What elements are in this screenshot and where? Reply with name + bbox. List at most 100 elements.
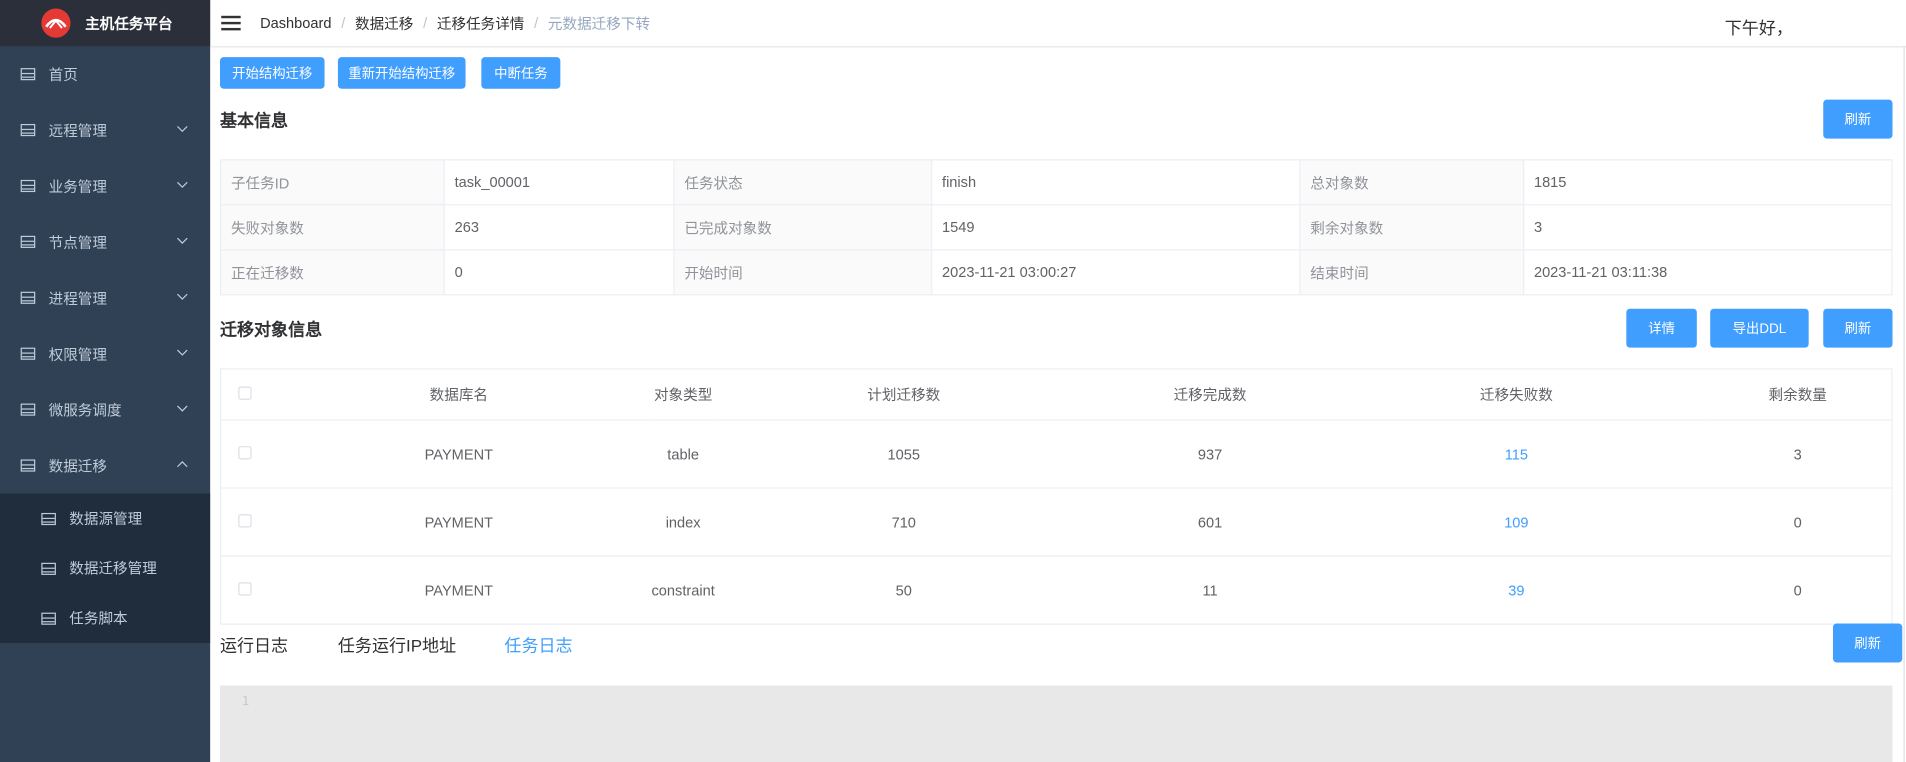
interrupt-task-button[interactable]: 中断任务 bbox=[481, 57, 561, 89]
restart-structure-migration-button[interactable]: 重新开始结构迁移 bbox=[337, 57, 466, 89]
sidebar-item-business[interactable]: 业务管理 bbox=[0, 158, 210, 214]
sidebar-subitem-datasource[interactable]: 数据源管理 bbox=[0, 493, 210, 543]
chevron-down-icon bbox=[177, 293, 188, 300]
menu-table-icon bbox=[41, 512, 56, 525]
column-header[interactable]: 数据库名 bbox=[267, 368, 651, 421]
sidebar-item-label: 首页 bbox=[48, 66, 78, 84]
breadcrumb-item-dashboard[interactable]: Dashboard bbox=[260, 15, 331, 32]
breadcrumb: Dashboard / 数据迁移 / 迁移任务详情 / 元数据迁移下转 bbox=[260, 13, 651, 34]
start-structure-migration-button[interactable]: 开始结构迁移 bbox=[220, 57, 325, 89]
column-header[interactable]: 计划迁移数 bbox=[715, 368, 1092, 421]
column-header[interactable]: 剩余数量 bbox=[1704, 368, 1892, 421]
row-checkbox[interactable] bbox=[237, 445, 252, 459]
sidebar-item-label: 数据迁移 bbox=[48, 457, 107, 475]
menu-table-icon bbox=[20, 179, 36, 193]
menu-table-icon bbox=[20, 459, 36, 472]
navbar: Dashboard / 数据迁移 / 迁移任务详情 / 元数据迁移下转 下午好， bbox=[210, 0, 1906, 48]
tab-task-ip[interactable]: 任务运行IP地址 bbox=[338, 633, 456, 657]
column-header[interactable]: 迁移失败数 bbox=[1328, 368, 1705, 421]
sidebar-subitem-label: 数据迁移管理 bbox=[69, 560, 157, 578]
cell-completed: 937 bbox=[1091, 419, 1329, 489]
table-row: PAYMENT table 1055 937 115 3 bbox=[220, 419, 1892, 489]
chevron-down-icon bbox=[177, 181, 188, 189]
info-value: 3 bbox=[1523, 204, 1893, 251]
submenu-data-migration: 数据源管理 数据迁移管理 任务脚本 bbox=[0, 493, 211, 643]
log-output[interactable]: 1 bbox=[220, 685, 1893, 762]
row-checkbox[interactable] bbox=[237, 581, 252, 595]
chevron-down-icon bbox=[177, 405, 188, 412]
tab-run-log[interactable]: 运行日志 bbox=[220, 633, 288, 657]
info-label: 总对象数 bbox=[1299, 159, 1525, 206]
cell-database: PAYMENT bbox=[267, 488, 651, 557]
cell-failed-link[interactable]: 115 bbox=[1328, 419, 1705, 489]
cell-completed: 601 bbox=[1091, 488, 1329, 557]
cell-failed-link[interactable]: 39 bbox=[1328, 556, 1705, 625]
chevron-down-icon bbox=[177, 349, 188, 356]
cell-object-type: constraint bbox=[650, 556, 716, 625]
chevron-down-icon bbox=[177, 125, 188, 133]
app-root: 主机任务平台 首页 远程管理 业务管理 节点管理 进程管理 权限管理 微服务调度… bbox=[0, 0, 1906, 762]
logo-bar: 主机任务平台 bbox=[0, 0, 211, 47]
sidebar-item-process[interactable]: 进程管理 bbox=[0, 270, 210, 326]
info-row: 子任务ID task_00001 任务状态 finish 总对象数 1815 bbox=[220, 159, 1893, 206]
sidebar-item-permission[interactable]: 权限管理 bbox=[0, 326, 210, 382]
breadcrumb-item-current: 元数据迁移下转 bbox=[547, 15, 651, 33]
row-checkbox[interactable] bbox=[237, 513, 252, 527]
sidebar-item-home[interactable]: 首页 bbox=[0, 46, 210, 102]
table-row: PAYMENT constraint 50 11 39 0 bbox=[220, 556, 1892, 625]
info-label: 结束时间 bbox=[1299, 249, 1525, 296]
cell-object-type: index bbox=[650, 488, 716, 557]
sidebar-item-node[interactable]: 节点管理 bbox=[0, 214, 210, 270]
detail-button[interactable]: 详情 bbox=[1626, 308, 1697, 348]
sidebar-item-microservice[interactable]: 微服务调度 bbox=[0, 382, 210, 438]
sidebar-item-label: 权限管理 bbox=[48, 345, 107, 363]
cell-remaining: 0 bbox=[1704, 488, 1892, 557]
cell-database: PAYMENT bbox=[267, 556, 651, 625]
sidebar-item-label: 微服务调度 bbox=[48, 401, 122, 419]
sidebar-item-label: 业务管理 bbox=[48, 178, 107, 196]
cell-object-type: table bbox=[650, 419, 716, 489]
column-header[interactable]: 对象类型 bbox=[650, 368, 716, 421]
greeting-text: 下午好， bbox=[1724, 18, 1793, 38]
cell-remaining: 0 bbox=[1704, 556, 1892, 625]
info-value: 2023-11-21 03:00:27 bbox=[931, 249, 1301, 296]
info-value: 2023-11-21 03:11:38 bbox=[1523, 249, 1893, 296]
basic-info-title: 基本信息 bbox=[220, 110, 289, 131]
basic-info-refresh-button[interactable]: 刷新 bbox=[1823, 99, 1893, 139]
tab-task-log[interactable]: 任务日志 bbox=[504, 633, 572, 657]
objects-table: 数据库名 对象类型 计划迁移数 迁移完成数 迁移失败数 剩余数量 PAYMENT… bbox=[220, 368, 1893, 625]
sidebar-item-label: 远程管理 bbox=[48, 122, 107, 140]
row-select-cell bbox=[220, 556, 268, 625]
export-ddl-button[interactable]: 导出DDL bbox=[1710, 308, 1809, 348]
app-title: 主机任务平台 bbox=[85, 15, 173, 33]
menu-table-icon bbox=[20, 403, 36, 416]
sidebar-item-label: 进程管理 bbox=[48, 289, 107, 307]
cell-planned: 710 bbox=[715, 488, 1092, 557]
sidebar-item-remote[interactable]: 远程管理 bbox=[0, 102, 210, 158]
menu-table-icon bbox=[20, 235, 36, 248]
cell-database: PAYMENT bbox=[267, 419, 651, 489]
breadcrumb-item-task-detail[interactable]: 迁移任务详情 bbox=[437, 13, 525, 34]
info-label: 已完成对象数 bbox=[673, 204, 933, 251]
column-header[interactable]: 迁移完成数 bbox=[1091, 368, 1329, 421]
info-label: 开始时间 bbox=[673, 249, 933, 296]
info-value: 1815 bbox=[1523, 159, 1893, 206]
scrollbar-track[interactable] bbox=[1903, 46, 1905, 762]
sidebar-subitem-task-script[interactable]: 任务脚本 bbox=[0, 593, 210, 643]
select-all-checkbox[interactable] bbox=[237, 385, 252, 400]
sidebar-subitem-label: 数据源管理 bbox=[69, 510, 143, 528]
log-line-number: 1 bbox=[241, 695, 250, 709]
objects-refresh-button[interactable]: 刷新 bbox=[1823, 308, 1893, 348]
objects-title: 迁移对象信息 bbox=[220, 319, 323, 340]
info-value: 1549 bbox=[931, 204, 1301, 251]
chevron-up-icon bbox=[177, 461, 188, 468]
menu-table-icon bbox=[20, 68, 36, 81]
breadcrumb-item-migration[interactable]: 数据迁移 bbox=[355, 13, 413, 34]
sidebar-subitem-migration-manage[interactable]: 数据迁移管理 bbox=[0, 543, 210, 593]
info-label: 剩余对象数 bbox=[1299, 204, 1525, 251]
log-refresh-button[interactable]: 刷新 bbox=[1832, 623, 1903, 663]
sidebar-item-data-migration[interactable]: 数据迁移 bbox=[0, 438, 210, 494]
row-select-cell bbox=[220, 488, 268, 557]
cell-failed-link[interactable]: 109 bbox=[1328, 488, 1705, 557]
hamburger-icon[interactable] bbox=[221, 15, 241, 31]
